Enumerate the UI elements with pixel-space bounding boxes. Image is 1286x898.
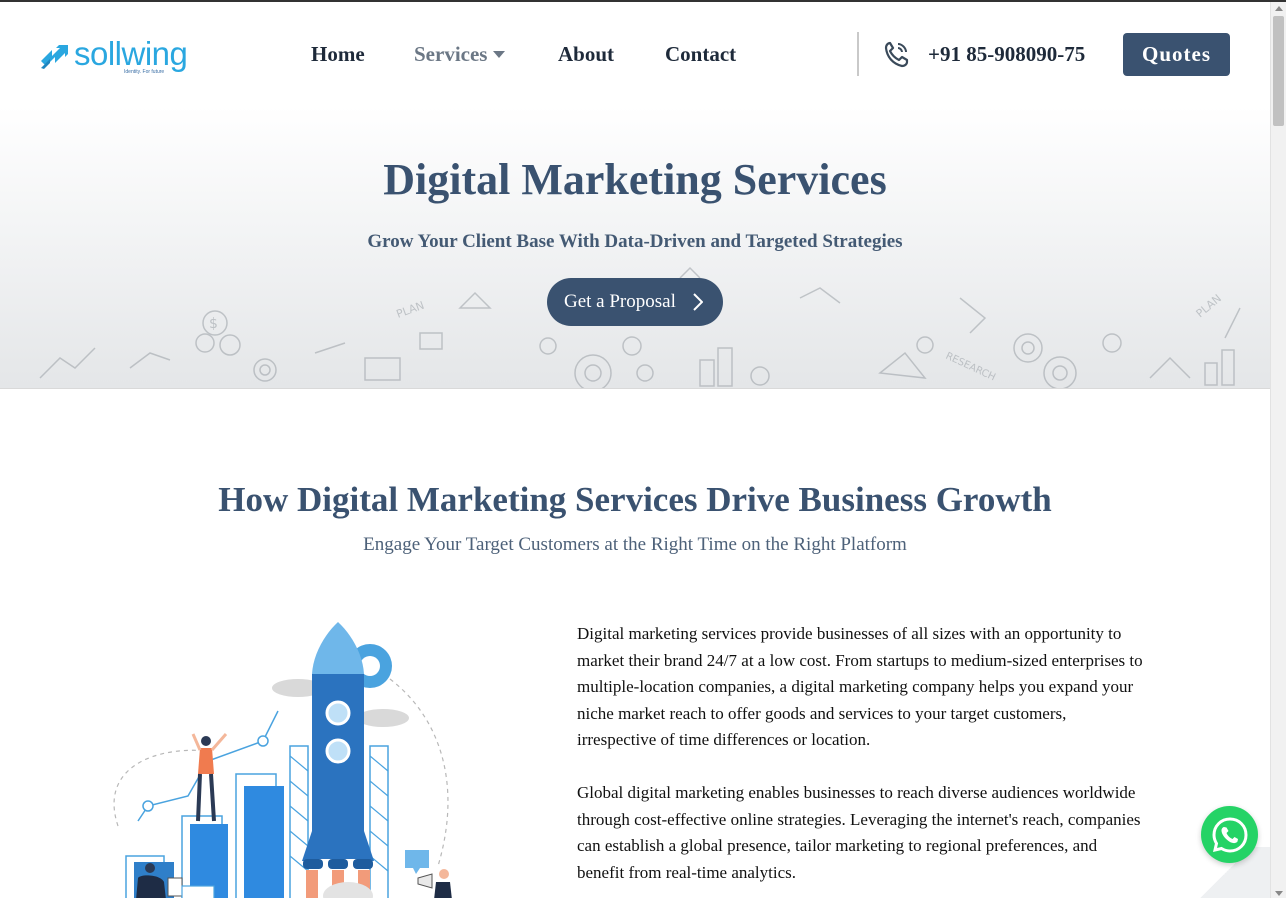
whatsapp-icon: [1211, 816, 1248, 853]
whatsapp-chat-button[interactable]: [1201, 806, 1258, 863]
header-divider: [857, 32, 859, 76]
section-subtitle: Engage Your Target Customers at the Righ…: [363, 534, 907, 555]
scroll-down-arrow-icon[interactable]: [1275, 891, 1283, 896]
get-proposal-button[interactable]: Get a Proposal: [547, 278, 723, 326]
logo-wordmark: sollwing: [74, 34, 188, 72]
hero-subtitle: Grow Your Client Base With Data-Driven a…: [367, 231, 903, 252]
body-paragraph-1: Digital marketing services provide busin…: [577, 624, 1143, 750]
caret-down-icon: [493, 50, 506, 58]
nav-home[interactable]: Home: [311, 40, 365, 68]
hero-banner: $ PLAN RESEARCH PLAN Digital Marketing S…: [0, 106, 1270, 389]
page-scrollbar[interactable]: [1270, 2, 1286, 898]
get-proposal-label: Get a Proposal: [564, 291, 676, 312]
nav-contact[interactable]: Contact: [665, 40, 736, 68]
quotes-button[interactable]: Quotes: [1123, 33, 1230, 76]
scroll-thumb[interactable]: [1273, 16, 1284, 126]
brand-logo[interactable]: sollwing Identity. For future: [38, 36, 198, 76]
section-body: Digital marketing services provide busin…: [577, 621, 1147, 898]
nav-services-label: Services: [414, 42, 488, 66]
body-paragraph-2: Global digital marketing enables busines…: [577, 782, 1141, 882]
rocket-growth-illustration: [113, 622, 452, 898]
scroll-up-arrow-icon[interactable]: [1275, 6, 1283, 11]
nav-about[interactable]: About: [558, 40, 614, 68]
logo-arrow-icon: [41, 45, 68, 69]
svg-text:PLAN: PLAN: [395, 299, 426, 321]
logo-tagline: Identity. For future: [124, 69, 165, 75]
hero-title: Digital Marketing Services: [383, 155, 887, 204]
svg-text:$: $: [209, 316, 218, 332]
svg-text:PLAN: PLAN: [1194, 292, 1224, 320]
phone-icon[interactable]: [884, 40, 910, 68]
chevron-right-icon: [693, 293, 703, 311]
site-header: sollwing Identity. For future Home Servi…: [0, 2, 1270, 106]
section-title: How Digital Marketing Services Drive Bus…: [218, 480, 1052, 519]
nav-services[interactable]: Services: [414, 40, 506, 68]
phone-number[interactable]: +91 85-908090-75: [928, 40, 1085, 68]
svg-text:RESEARCH: RESEARCH: [944, 351, 997, 384]
